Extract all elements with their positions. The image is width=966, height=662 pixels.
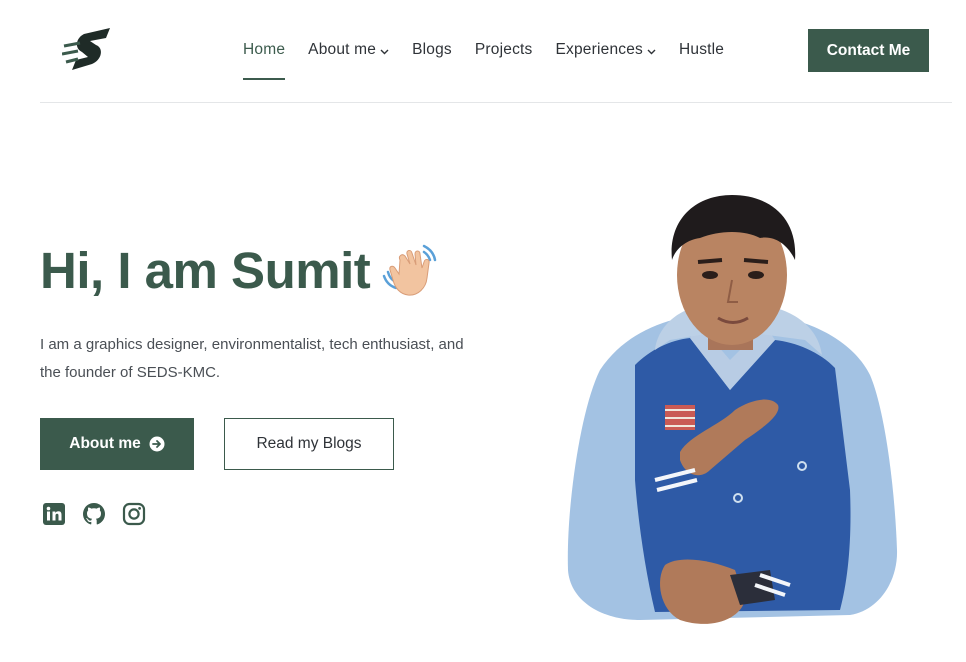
read-blogs-button[interactable]: Read my Blogs xyxy=(224,418,394,470)
waving-hand-icon xyxy=(382,244,437,296)
linkedin-icon[interactable] xyxy=(42,502,66,526)
chevron-down-icon xyxy=(647,49,656,55)
nav-experiences-label: Experiences xyxy=(555,41,643,58)
nav-home[interactable]: Home xyxy=(243,40,286,80)
social-links xyxy=(42,502,146,526)
github-icon[interactable] xyxy=(82,502,106,526)
nav-home-label: Home xyxy=(243,41,286,58)
page: Home About me Blogs Projects Experiences… xyxy=(0,0,966,662)
nav-projects-label: Projects xyxy=(474,41,533,58)
hero-description: I am a graphics designer, environmentali… xyxy=(40,336,464,381)
nav-blogs[interactable]: Blogs xyxy=(412,40,452,60)
nav-experiences[interactable]: Experiences xyxy=(555,40,656,60)
arrow-right-circle-icon xyxy=(149,436,165,452)
main-nav: Home About me Blogs Projects Experiences… xyxy=(243,40,724,80)
instagram-icon[interactable] xyxy=(122,502,146,526)
contact-me-button[interactable]: Contact Me xyxy=(808,29,929,72)
chevron-down-icon xyxy=(380,49,389,55)
site-logo[interactable] xyxy=(61,26,112,74)
read-blogs-button-label: Read my Blogs xyxy=(256,435,362,452)
hero-title-text: Hi, I am Sumit xyxy=(40,241,371,299)
about-me-button[interactable]: About me xyxy=(40,418,194,470)
profile-photo xyxy=(560,190,905,640)
nav-projects[interactable]: Projects xyxy=(475,40,533,60)
hero-title: Hi, I am Sumit xyxy=(40,240,440,300)
about-me-button-label: About me xyxy=(69,435,141,452)
nav-blogs-label: Blogs xyxy=(412,41,452,58)
header-divider xyxy=(40,102,952,103)
nav-about-me-label: About me xyxy=(308,41,377,58)
nav-hustle[interactable]: Hustle xyxy=(679,40,724,60)
nav-about-me[interactable]: About me xyxy=(308,40,389,60)
nav-hustle-label: Hustle xyxy=(678,41,725,58)
